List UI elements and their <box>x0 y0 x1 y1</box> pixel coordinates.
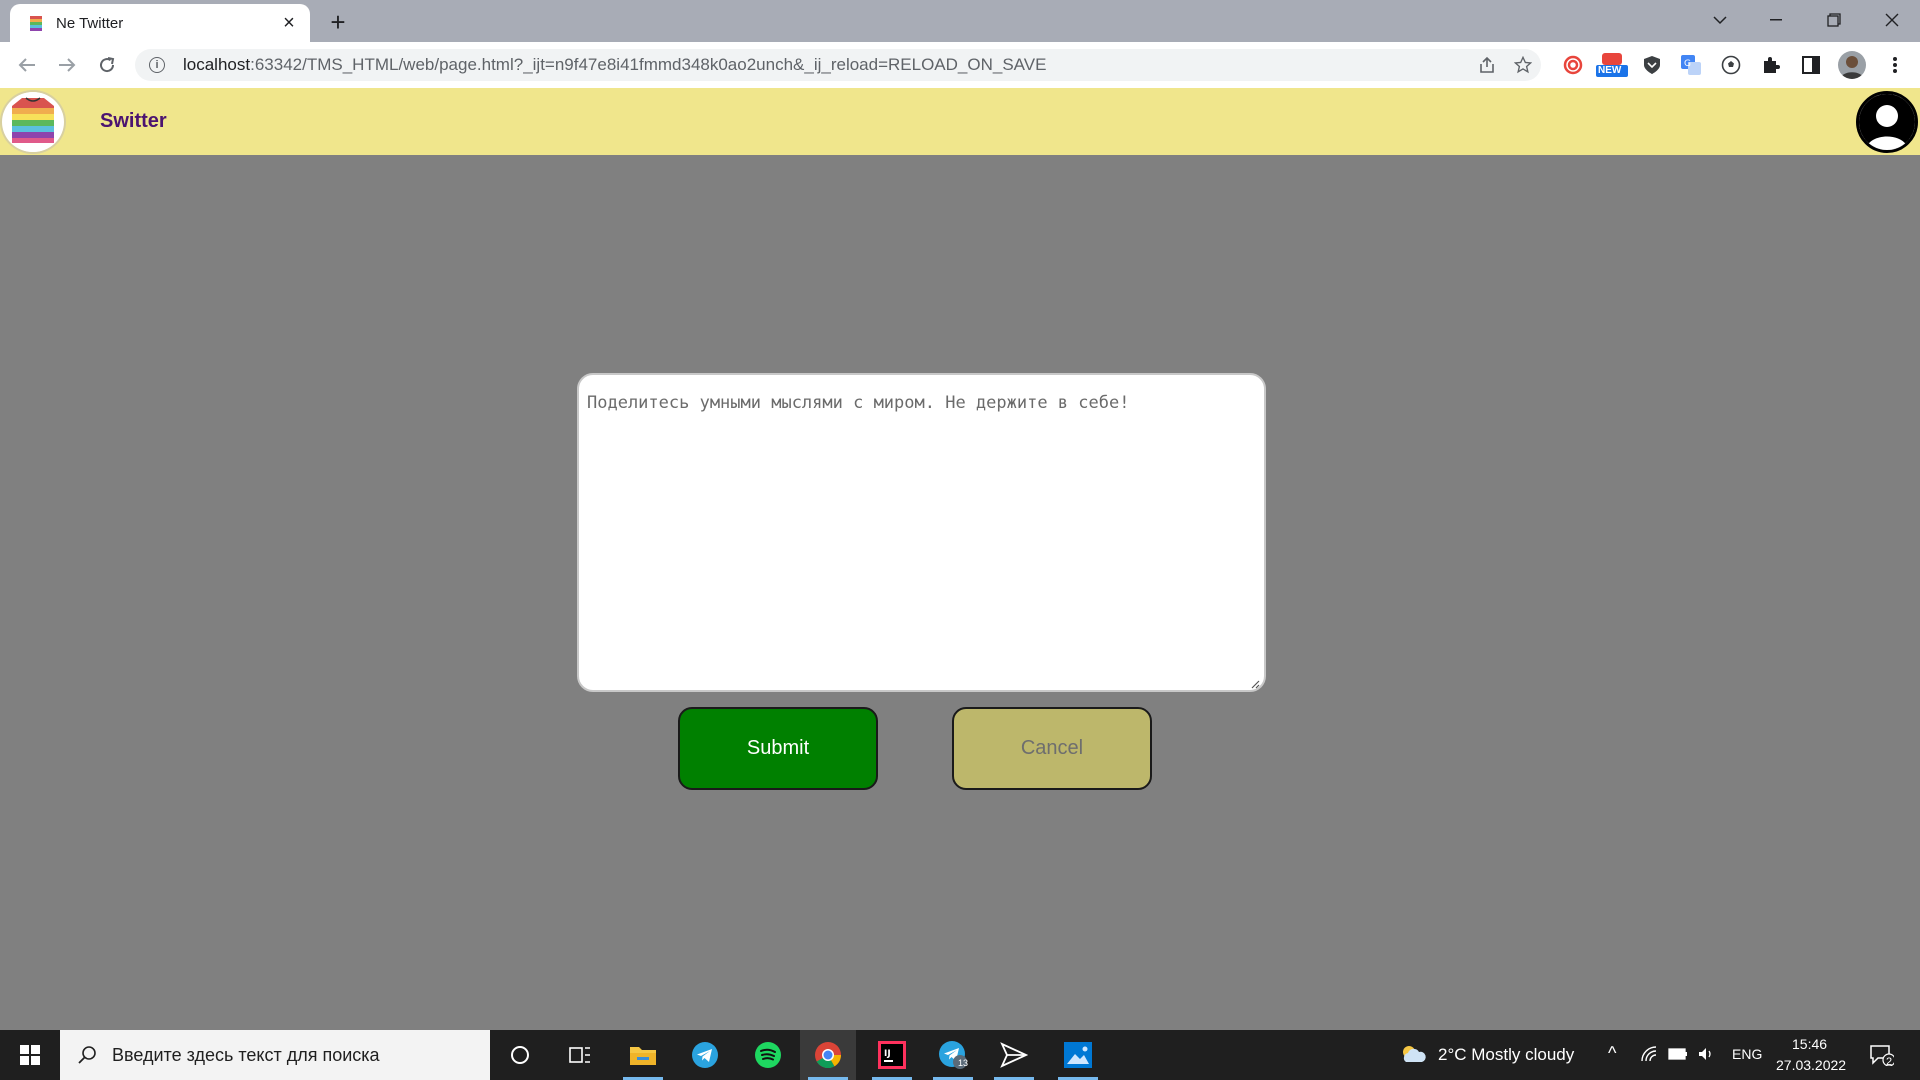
target-extension-icon[interactable] <box>1561 53 1585 77</box>
submit-button[interactable]: Submit <box>678 707 878 790</box>
svg-text:G: G <box>1684 59 1691 69</box>
back-arrow-icon[interactable] <box>11 49 43 81</box>
bookmark-star-icon[interactable] <box>1505 49 1541 81</box>
new-badge-label: NEW <box>1598 65 1622 76</box>
task-view-icon[interactable] <box>552 1030 608 1080</box>
share-icon[interactable] <box>1469 49 1505 81</box>
kebab-menu-icon[interactable] <box>1883 53 1907 77</box>
language-indicator[interactable]: ENG <box>1732 1046 1762 1062</box>
paper-plane-icon[interactable] <box>986 1030 1042 1080</box>
side-panel-icon[interactable] <box>1799 53 1823 77</box>
windows-start-icon[interactable] <box>0 1030 60 1080</box>
telegram-icon[interactable] <box>677 1030 733 1080</box>
restore-button[interactable] <box>1806 0 1862 40</box>
new-tab-button[interactable]: + <box>322 6 354 38</box>
profile-avatar-icon[interactable] <box>1838 51 1866 79</box>
weather-text[interactable]: 2°C Mostly cloudy <box>1438 1045 1574 1065</box>
post-textarea[interactable] <box>587 393 1247 673</box>
site-brand-title[interactable]: Switter <box>100 110 167 133</box>
chrome-icon[interactable] <box>800 1030 856 1080</box>
telegram-unread-badge: 13 <box>958 1058 969 1068</box>
browser-toolbar: i localhost:63342/TMS_HTML/web/page.html… <box>0 42 1920 88</box>
spotify-icon[interactable] <box>740 1030 796 1080</box>
windows-taskbar: Введите здесь текст для поиска IJ 13 2°C… <box>0 1030 1920 1080</box>
tab-search-chevron-icon[interactable] <box>1692 0 1748 40</box>
translate-extension-icon[interactable]: G <box>1679 53 1703 77</box>
taskbar-search-placeholder: Введите здесь текст для поиска <box>112 1044 380 1065</box>
sweater-logo-icon[interactable] <box>0 90 66 154</box>
post-composer <box>577 373 1266 692</box>
soccer-ball-extension-icon[interactable] <box>1719 53 1743 77</box>
reload-icon[interactable] <box>91 49 123 81</box>
site-info-icon[interactable]: i <box>149 57 165 73</box>
new-badge-extension-icon[interactable]: NEW <box>1596 53 1628 77</box>
notifications-count: 2 <box>1886 1056 1893 1068</box>
telegram-badge-icon[interactable]: 13 <box>925 1030 981 1080</box>
intellij-icon[interactable]: IJ <box>864 1030 920 1080</box>
photos-icon[interactable] <box>1050 1030 1106 1080</box>
url-text[interactable]: localhost:63342/TMS_HTML/web/page.html?_… <box>183 55 1469 75</box>
svg-text:IJ: IJ <box>884 1049 891 1059</box>
user-avatar-icon[interactable] <box>1856 91 1918 153</box>
cancel-button[interactable]: Cancel <box>952 707 1152 790</box>
extensions-puzzle-icon[interactable] <box>1759 53 1783 77</box>
url-path: :63342/TMS_HTML/web/page.html?_ijt=n9f47… <box>250 55 1047 74</box>
network-icon[interactable] <box>1640 1045 1658 1067</box>
file-explorer-icon[interactable] <box>615 1030 671 1080</box>
url-host: localhost <box>183 55 251 74</box>
taskbar-search-box[interactable]: Введите здесь текст для поиска <box>60 1030 490 1080</box>
search-icon <box>76 1044 98 1066</box>
cortana-icon[interactable] <box>492 1030 548 1080</box>
shield-extension-icon[interactable] <box>1640 53 1664 77</box>
browser-tab[interactable]: Ne Twitter × <box>10 4 310 42</box>
clock-time[interactable]: 15:46 <box>1792 1036 1827 1052</box>
forward-arrow-icon[interactable] <box>51 49 83 81</box>
sweater-favicon-icon <box>26 13 46 33</box>
browser-tab-bar: Ne Twitter × + <box>0 0 1920 42</box>
clock-date[interactable]: 27.03.2022 <box>1776 1057 1846 1073</box>
minimize-button[interactable] <box>1748 0 1804 40</box>
tab-close-icon[interactable]: × <box>276 10 302 36</box>
tray-chevron-up-icon[interactable]: ^ <box>1608 1043 1616 1064</box>
close-window-button[interactable] <box>1864 0 1920 40</box>
weather-cloud-icon[interactable] <box>1400 1044 1428 1068</box>
tab-title: Ne Twitter <box>56 14 124 32</box>
battery-icon[interactable] <box>1668 1047 1688 1064</box>
site-header: Switter <box>0 88 1920 155</box>
resize-grip-icon[interactable] <box>1250 676 1260 689</box>
volume-icon[interactable] <box>1697 1045 1715 1067</box>
address-bar[interactable]: i localhost:63342/TMS_HTML/web/page.html… <box>135 49 1541 81</box>
